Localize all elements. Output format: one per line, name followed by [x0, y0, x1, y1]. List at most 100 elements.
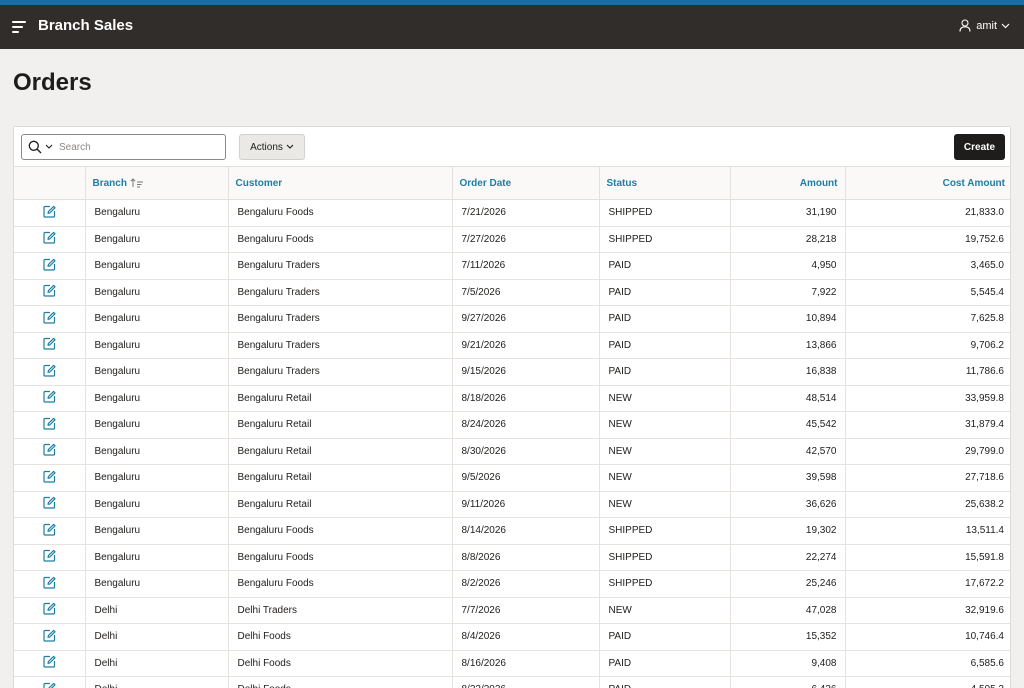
edit-icon	[43, 258, 56, 271]
edit-cell	[14, 332, 86, 359]
edit-link[interactable]	[43, 496, 56, 512]
edit-link[interactable]	[43, 205, 56, 221]
edit-icon	[43, 550, 56, 562]
actions-menu-button[interactable]: Actions	[239, 134, 305, 160]
edit-link[interactable]	[43, 311, 56, 327]
cell-cost-amount: 15,591.8	[845, 544, 1010, 571]
edit-link[interactable]	[43, 682, 56, 688]
edit-link[interactable]	[43, 390, 56, 406]
user-menu[interactable]: amit	[959, 19, 1010, 32]
cell-amount: 10,894	[730, 305, 846, 333]
cell-cost-amount: 3,465.0	[845, 252, 1010, 280]
cell-amount: 39,598	[730, 464, 846, 492]
edit-cell	[14, 279, 86, 306]
column-header-branch[interactable]: Branch	[85, 166, 229, 200]
search-field	[21, 134, 226, 160]
table-header-row: Branch Customer Order Date Status Amount…	[14, 166, 1010, 200]
cell-amount: 13,866	[730, 332, 846, 359]
page-title: Orders	[13, 69, 92, 96]
edit-icon	[43, 629, 56, 642]
edit-link[interactable]	[43, 576, 56, 592]
edit-icon	[43, 576, 56, 589]
edit-cell	[14, 385, 86, 412]
chevron-down-icon	[1001, 23, 1010, 28]
cell-branch: Bengaluru	[85, 464, 229, 492]
cell-amount: 16,838	[730, 358, 846, 386]
table-row: Bengaluru Bengaluru Foods 8/2/2026 SHIPPED 2…	[14, 570, 1010, 598]
edit-link[interactable]	[43, 337, 56, 353]
cell-cost-amount: 5,545.4	[845, 279, 1010, 306]
cell-order-date: 9/21/2026	[452, 332, 600, 359]
edit-icon	[43, 364, 56, 377]
edit-cell	[14, 676, 86, 688]
cell-branch: Delhi	[85, 650, 229, 677]
cell-customer: Delhi Traders	[228, 597, 453, 624]
cell-cost-amount: 11,786.6	[845, 358, 1010, 386]
column-header-customer[interactable]: Customer	[228, 166, 453, 200]
table-row: Bengaluru Bengaluru Traders 9/15/2026 PAID 1…	[14, 358, 1010, 386]
create-button[interactable]: Create	[954, 134, 1005, 160]
cell-amount: 42,570	[730, 438, 846, 465]
edit-cell	[14, 491, 86, 518]
edit-link[interactable]	[43, 629, 56, 645]
cell-customer: Bengaluru Foods	[228, 517, 453, 545]
edit-link[interactable]	[43, 523, 56, 539]
cell-cost-amount: 6,585.6	[845, 650, 1010, 677]
edit-link[interactable]	[43, 470, 56, 486]
cell-customer: Bengaluru Traders	[228, 305, 453, 333]
cell-order-date: 9/27/2026	[452, 305, 600, 333]
edit-cell	[14, 199, 86, 227]
edit-link[interactable]	[43, 417, 56, 433]
cell-customer: Bengaluru Retail	[228, 438, 453, 465]
edit-icon	[43, 232, 56, 244]
cell-order-date: 8/4/2026	[452, 623, 600, 651]
edit-link[interactable]	[43, 231, 56, 247]
app-header: Branch Sales amit	[0, 5, 1024, 49]
cell-status: PAID	[599, 676, 731, 688]
cell-status: NEW	[599, 597, 731, 624]
table-row: Bengaluru Bengaluru Traders 9/27/2026 PAID 1…	[14, 305, 1010, 333]
edit-link[interactable]	[43, 602, 56, 618]
cell-branch: Bengaluru	[85, 279, 229, 306]
edit-cell	[14, 358, 86, 386]
cell-status: NEW	[599, 411, 731, 439]
cell-cost-amount: 33,959.8	[845, 385, 1010, 412]
cell-cost-amount: 31,879.4	[845, 411, 1010, 439]
edit-link[interactable]	[43, 655, 56, 671]
edit-link[interactable]	[43, 258, 56, 274]
cell-order-date: 8/8/2026	[452, 544, 600, 571]
cell-amount: 19,302	[730, 517, 846, 545]
cell-cost-amount: 10,746.4	[845, 623, 1010, 651]
cell-amount: 45,542	[730, 411, 846, 439]
edit-cell	[14, 252, 86, 280]
cell-order-date: 8/14/2026	[452, 517, 600, 545]
cell-customer: Bengaluru Foods	[228, 544, 453, 571]
column-header-cost-amount[interactable]: Cost Amount	[845, 166, 1010, 200]
search-input[interactable]	[59, 141, 209, 153]
cell-customer: Bengaluru Traders	[228, 358, 453, 386]
edit-link[interactable]	[43, 364, 56, 380]
edit-link[interactable]	[43, 549, 56, 565]
cell-status: PAID	[599, 252, 731, 280]
cell-branch: Delhi	[85, 623, 229, 651]
edit-link[interactable]	[43, 443, 56, 459]
hamburger-icon[interactable]	[12, 21, 26, 33]
cell-status: SHIPPED	[599, 544, 731, 571]
cell-branch: Bengaluru	[85, 305, 229, 333]
cell-amount: 48,514	[730, 385, 846, 412]
cell-order-date: 9/5/2026	[452, 464, 600, 492]
sort-ascending-icon	[130, 178, 143, 188]
cell-branch: Bengaluru	[85, 544, 229, 571]
actions-label: Actions	[250, 141, 283, 153]
search-column-menu[interactable]	[22, 140, 53, 154]
app-title[interactable]: Branch Sales	[38, 17, 133, 34]
cell-customer: Bengaluru Foods	[228, 570, 453, 598]
cell-customer: Bengaluru Traders	[228, 252, 453, 280]
column-header-status[interactable]: Status	[599, 166, 731, 200]
cell-cost-amount: 32,919.6	[845, 597, 1010, 624]
table-row: Bengaluru Bengaluru Retail 8/30/2026 NEW 42,…	[14, 438, 1010, 465]
column-header-order-date[interactable]: Order Date	[452, 166, 600, 200]
edit-link[interactable]	[43, 284, 56, 300]
table-row: Bengaluru Bengaluru Retail 9/5/2026 NEW 39,5…	[14, 464, 1010, 492]
column-header-amount[interactable]: Amount	[730, 166, 846, 200]
